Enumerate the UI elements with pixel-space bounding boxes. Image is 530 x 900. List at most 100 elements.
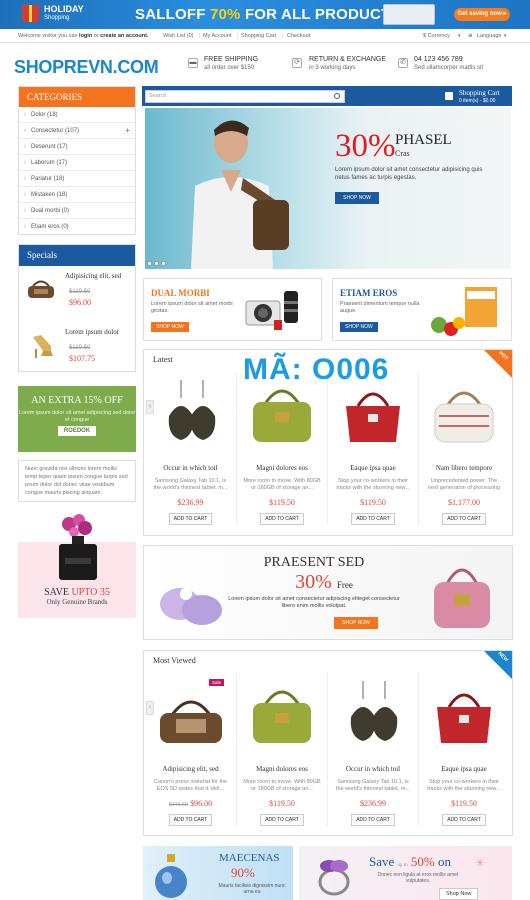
slider-dot[interactable] [154,261,159,266]
categories-box: CATEGORIES Dolor (18) Consectetur (107)+… [18,86,136,235]
my-account-link[interactable]: My Account [203,29,231,43]
search-icon[interactable] [334,93,340,99]
sidebar-note: Nunc gravida nisi ultrices lorem mollis … [18,460,136,502]
return-info: RETURN & EXCHANGE in 3 working days [309,56,387,71]
login-link[interactable]: login [79,33,92,39]
product-card[interactable]: Occur in which toil Samsung Galaxy Tab 1… [145,372,236,525]
checkout-link[interactable]: Checkout [287,29,310,43]
save-50-text: Donec non ligula at eros mollis amet vul… [377,872,459,884]
praesent-text: Lorem ipsum dolor sit amet consectetur a… [228,596,400,609]
category-item[interactable]: Dolor (18) [19,107,135,123]
product-name[interactable]: Eaque ipsa quae [328,464,418,472]
site-logo[interactable]: SHOPREVN.COM [14,57,159,78]
product-desc: Stop your co-workers in their tracks wit… [336,478,410,491]
slider-dot[interactable] [161,261,166,266]
add-to-cart-button[interactable]: ADD TO CART [168,814,213,826]
expand-plus-icon[interactable]: + [125,123,130,139]
cart-title: Shopping Cart [459,89,500,97]
product-image-white-bag[interactable] [429,376,499,452]
product-image-earrings[interactable] [161,376,221,452]
free-shipping-info: FREE SHIPPING all order over $150 [204,56,259,71]
product-image-brown-bag[interactable] [156,681,226,753]
promo-etiam-eros[interactable]: ETIAM EROS Praesent dimentum tempor null… [332,278,512,341]
perfume-image [59,514,97,580]
praesent-shop-now-button[interactable]: SHOP NOW [334,617,378,629]
slider-dot[interactable] [147,261,152,266]
category-item[interactable]: Pariatur (18) [19,171,135,187]
product-name[interactable]: Eaque ipsa quae [419,765,509,773]
globe-icon: ⊕ [468,33,473,39]
product-name[interactable]: Occur in which toil [145,464,236,472]
cart-widget[interactable]: Shopping Cart 0 item(s) - $0.00 [438,86,512,106]
product-image-green-bag[interactable] [247,677,317,753]
slider-shop-now-button[interactable]: SHOP NOW [335,192,379,204]
search-input[interactable]: Search [145,90,345,103]
special-shoe-image[interactable] [29,331,55,359]
product-card[interactable]: Eaque ipsa quae Stop your co-workers in … [418,673,509,826]
praesent-title: PRAESENT SED [263,555,365,570]
promo-text: Lorem ipsum dolor sit amet morbi gestas. [151,301,233,314]
product-name[interactable]: Magni dolores eos [237,464,327,472]
add-to-cart-button[interactable]: ADD TO CART [442,814,486,826]
extra-offer-text: Lorem ipsum dolor sit amet adipiscing se… [18,410,136,423]
extra-offer-button[interactable]: ROEDOK [57,426,97,436]
promo-shop-now-button[interactable]: SHOP NOW [151,322,189,332]
category-item[interactable]: Consectetur (107)+ [19,123,135,139]
maecenas-title: MAECENAS [219,852,280,864]
language-select[interactable]: Language [477,29,501,43]
product-price: $119.50 [269,799,295,808]
special-old-price: $119.50 [69,345,91,351]
category-item[interactable]: Dual morbi (0) [19,203,135,219]
cart-bag-icon [445,92,453,100]
add-to-cart-button[interactable]: ADD TO CART [351,513,395,525]
wishlist-link[interactable]: Wish List (0) [163,29,194,43]
add-to-cart-button[interactable]: ADD TO CART [351,814,395,826]
add-to-cart-button[interactable]: ADD TO CART [168,513,213,525]
category-item[interactable]: Laborum (17) [19,155,135,171]
product-image-green-bag[interactable] [247,376,317,452]
product-name[interactable]: Magni dolores eos [237,765,327,773]
product-card[interactable]: Sale Adipisicing elit, sed Canon's press… [145,673,236,826]
category-item[interactable]: Deserunt (17) [19,139,135,155]
create-account-link[interactable]: create an account. [100,33,148,39]
promo-dual-morbi[interactable]: DUAL MORBI Lorem ipsum dolor sit amet mo… [143,278,322,341]
product-card[interactable]: Magni dolores eos More room to move. Wit… [236,372,327,525]
product-image-red-bag[interactable] [338,376,408,452]
shop-now-button[interactable]: Shop Now [439,888,479,900]
add-to-cart-button[interactable]: ADD TO CART [260,513,304,525]
category-item[interactable]: Etiam eros (0) [19,219,135,235]
special-name[interactable]: Adipisicing elit, sed [65,272,121,280]
maecenas-banner[interactable]: MAECENAS 90% Mauris facilisis dignissim … [143,846,293,900]
hero-slider[interactable]: 30% PHASEL Cras Lorem ipsum dolor sit am… [145,108,511,269]
slider-dots[interactable] [147,261,168,268]
praesent-percent: 30% Free [295,571,353,593]
currency-select[interactable]: $ Currency [423,29,450,43]
special-price: $107.75 [69,354,95,363]
pink-bag-image [434,568,490,628]
product-card[interactable]: Occur in which toil Samsung Galaxy Tab 1… [327,673,418,826]
get-saving-button[interactable]: Get saving now ▸ [454,8,510,21]
nectresse-box-image [431,287,497,336]
add-to-cart-button[interactable]: ADD TO CART [260,814,304,826]
shopping-cart-link[interactable]: Shopping Cart [241,29,276,43]
praesent-banner[interactable]: PRAESENT SED 30% Free Lorem ipsum dolor … [143,545,513,640]
special-bag-image[interactable] [25,277,57,301]
save-50-banner[interactable]: Save up to 50% on Donec non ligula at er… [299,846,512,900]
product-card[interactable]: Eaque ipsa quae Stop your co-workers in … [327,372,418,525]
promo-shop-now-button[interactable]: SHOP NOW [340,322,378,332]
product-name[interactable]: Occur in which toil [328,765,418,773]
add-to-cart-button[interactable]: ADD TO CART [442,513,486,525]
product-card[interactable]: Magni dolores eos More room to move. Wit… [236,673,327,826]
category-item[interactable]: Mistaken (18) [19,187,135,203]
product-image-red-bag[interactable] [429,677,499,753]
product-card[interactable]: Nam libero tempore Unprecedented power. … [418,372,509,525]
product-name[interactable]: Nam libero tempore [419,464,509,472]
product-price: $119.50 [451,799,477,808]
top-promo-banner[interactable]: HOLIDAY Shopping SALLOFF 70% FOR ALL PRO… [0,0,530,29]
product-name[interactable]: Adipisicing elit, sed [145,765,236,773]
extra-offer-banner[interactable]: AN EXTRA 15% OFF Lorem ipsum dolor sit a… [18,386,136,452]
product-image-earrings[interactable] [343,677,403,753]
special-name[interactable]: Lorem ipsum dolor [65,328,119,336]
snowflake-icon: ✳ [475,856,486,870]
save-50-headline: Save up to 50% on [369,854,452,869]
